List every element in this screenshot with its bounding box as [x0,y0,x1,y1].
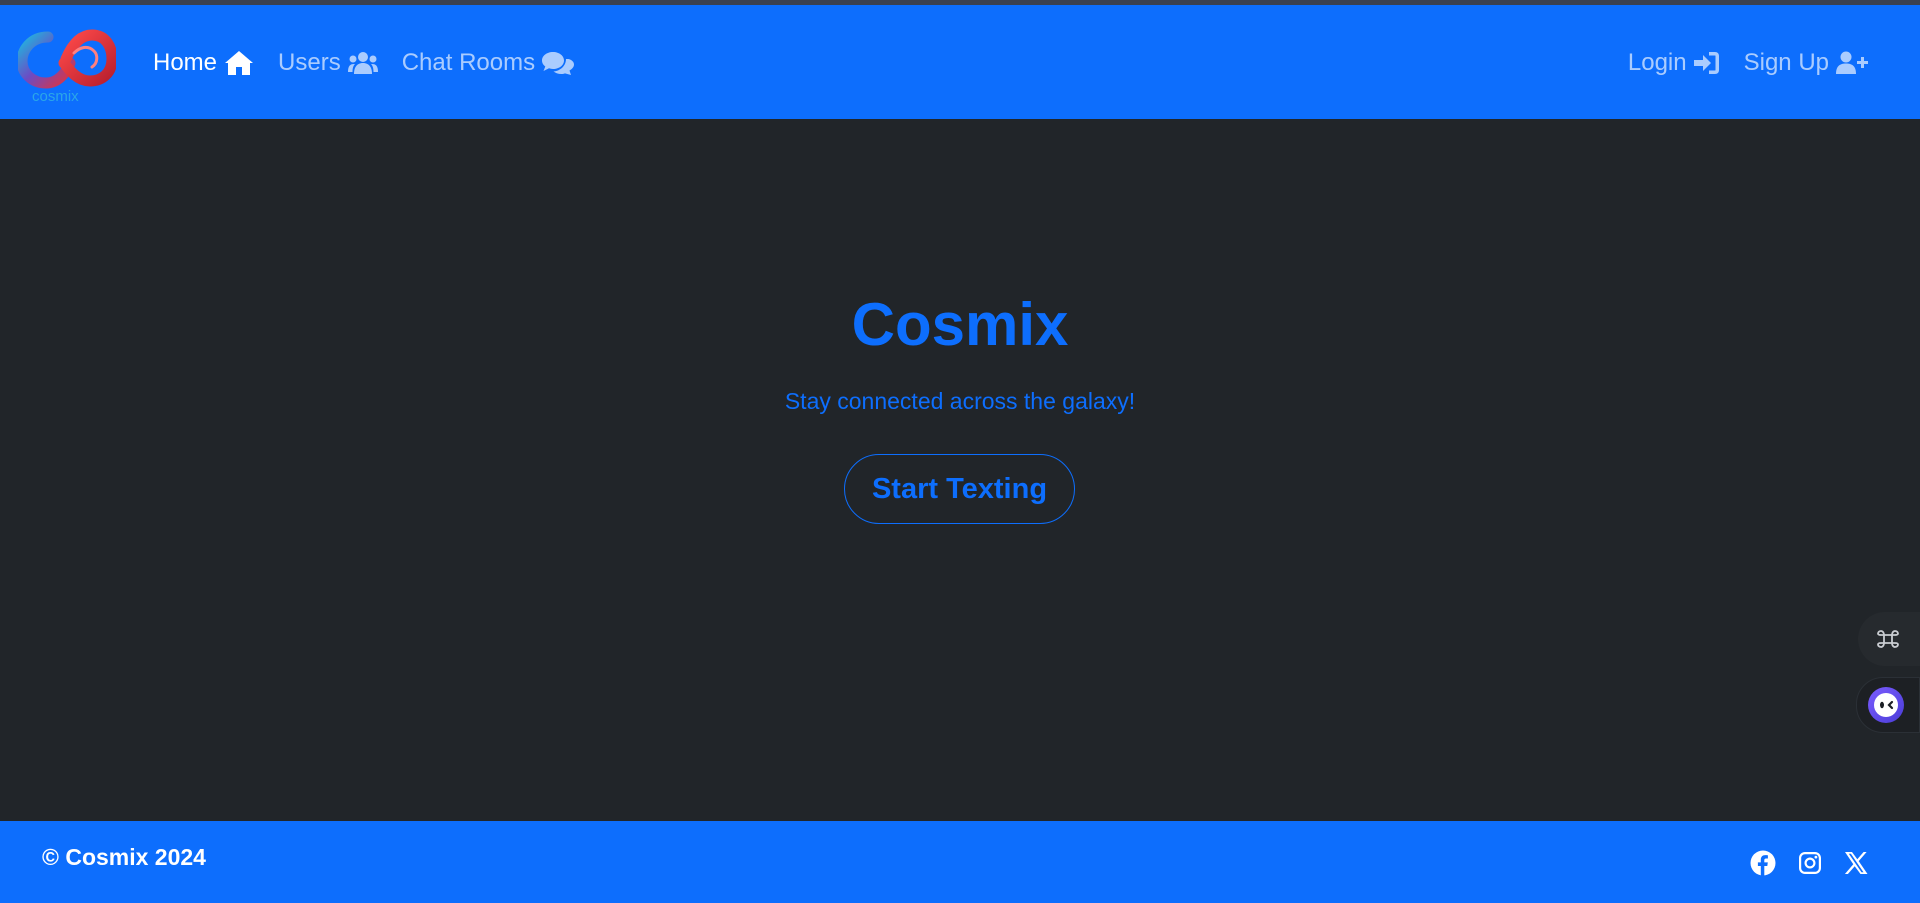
footer-social-links [1728,850,1868,876]
nav-signup-label: Sign Up [1743,49,1829,76]
x-icon[interactable] [1844,852,1868,874]
hero-section: Cosmix Stay connected across the galaxy!… [0,119,1920,821]
hero-subtitle: Stay connected across the galaxy! [784,388,1136,414]
facebook-icon[interactable] [1750,850,1776,876]
nav-login-link[interactable]: Login [1628,49,1720,77]
nav-main-links: Home Users Chat Rooms [153,49,598,77]
nav-home-label: Home [153,49,218,76]
nav-chat-rooms-label: Chat Rooms [401,49,536,76]
users-icon [347,51,378,75]
nav-home-link[interactable]: Home [153,49,254,77]
comments-icon [542,51,575,75]
instagram-icon[interactable] [1798,851,1822,875]
ai-assistant-icon [1867,686,1905,729]
nav-users-link[interactable]: Users [278,49,378,77]
nav-signup-link[interactable]: Sign Up [1744,49,1868,77]
cosmix-logo[interactable]: cosmix [16,23,118,105]
nav-chat-rooms-link[interactable]: Chat Rooms [401,49,575,77]
nav-users-label: Users [278,49,341,76]
logo-text: cosmix [32,88,79,105]
footer-copyright: © Cosmix 2024 [42,844,206,870]
ai-assistant-widget[interactable] [1856,677,1920,733]
top-navbar: cosmix Home Users Chat Rooms Login Sign … [0,5,1920,119]
nav-auth-links: Login Sign Up [1604,49,1868,77]
home-icon [224,50,254,76]
sign-in-icon [1693,51,1720,75]
command-widget[interactable] [1858,612,1920,666]
nav-login-label: Login [1627,49,1687,76]
hero-title: Cosmix [851,291,1069,358]
footer: © Cosmix 2024 [0,821,1920,903]
user-plus-icon [1836,51,1868,75]
command-icon [1876,627,1900,656]
start-texting-button[interactable]: Start Texting [844,454,1075,524]
